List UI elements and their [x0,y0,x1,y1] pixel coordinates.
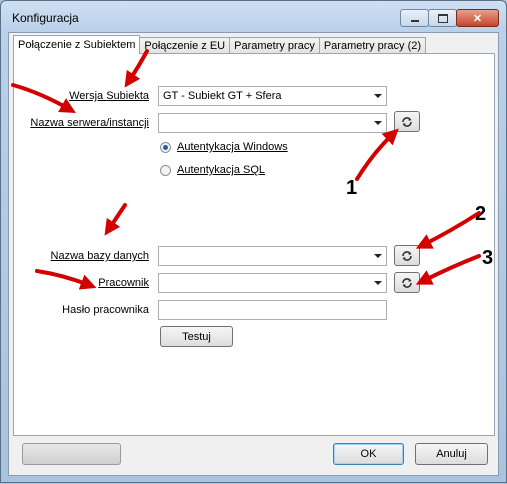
arrow-to-baza-icon [104,203,127,236]
arrow-1-icon [355,128,399,181]
arrow-to-serwer-icon [11,83,76,113]
arrow-2-icon [415,211,481,249]
config-window: Konfiguracja ✕ Połączenie z Subiektem Po… [0,0,507,483]
arrow-to-wersja-icon [124,49,149,88]
arrow-to-pracownik-icon [35,269,97,290]
arrow-3-icon [415,254,481,285]
tab-polaczenie-subiekt[interactable]: Połączenie z Subiektem [13,35,141,54]
annotation-arrows [11,49,481,290]
